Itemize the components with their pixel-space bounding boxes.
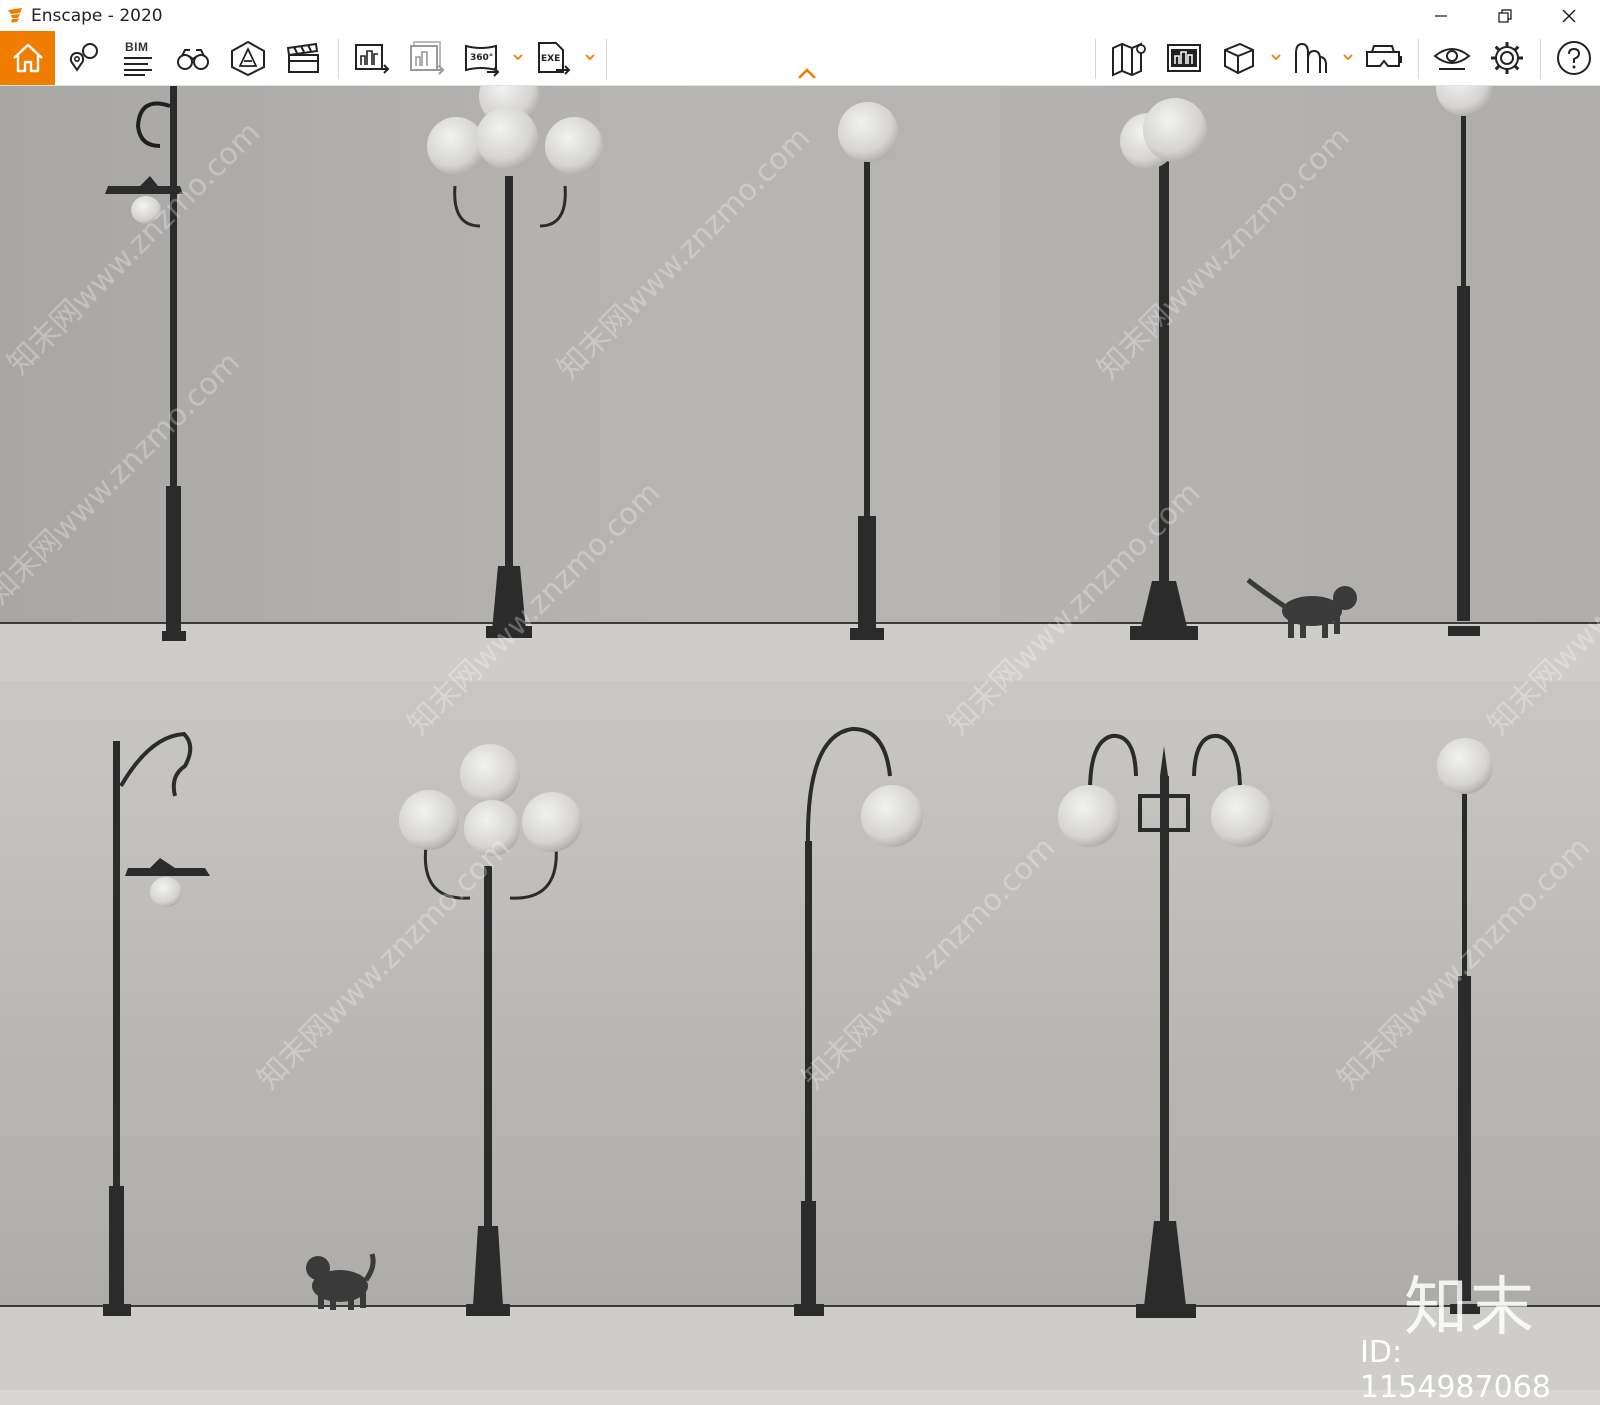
binoculars-icon (177, 49, 209, 70)
close-button[interactable] (1546, 0, 1592, 31)
collapse-toolbar-chevron-up-icon[interactable] (796, 67, 818, 81)
close-icon (1562, 9, 1576, 22)
batch-render-button[interactable] (401, 31, 453, 85)
toolbar-separator (338, 39, 339, 79)
minimize-icon (1435, 14, 1447, 17)
help-icon (1557, 41, 1591, 75)
bim-label: BIM (125, 40, 149, 54)
restore-icon (1498, 8, 1512, 23)
minimize-button[interactable] (1418, 0, 1464, 31)
chevron-down-icon[interactable] (1270, 51, 1282, 63)
panorama-360-icon: 360° (465, 44, 500, 77)
sync-icon (1295, 42, 1327, 73)
help-button[interactable] (1548, 31, 1600, 85)
fov-button[interactable] (222, 31, 274, 85)
asset-library-button[interactable] (1158, 31, 1210, 85)
clapperboard-icon (286, 42, 319, 73)
bim-button[interactable]: BIM (112, 31, 164, 85)
render-image-icon (355, 44, 390, 74)
exe-label: EXE (541, 54, 560, 64)
vr-headset-icon (1366, 45, 1402, 67)
video-button[interactable] (277, 31, 329, 85)
chevron-down-icon[interactable] (584, 51, 596, 63)
batch-render-icon (410, 41, 445, 75)
render-viewport[interactable]: 知末网www.znzmo.com 知末网www.znzmo.com 知末网www… (0, 86, 1600, 1390)
map-button[interactable] (1103, 31, 1155, 85)
title-bar: Enscape - 2020 (0, 0, 1600, 31)
export-exe-icon: EXE (538, 42, 571, 75)
gear-icon (1491, 42, 1523, 74)
panorama-button[interactable]: 360° (456, 31, 508, 85)
chevron-down-icon[interactable] (512, 51, 524, 63)
wall (0, 681, 1600, 1306)
material-button[interactable] (1213, 31, 1265, 85)
chevron-down-icon[interactable] (1342, 51, 1354, 63)
views-button[interactable] (167, 31, 219, 85)
sync-button[interactable] (1285, 31, 1337, 85)
eye-icon (1433, 48, 1471, 70)
rendered-scene: 知末网www.znzmo.com 知末网www.znzmo.com 知末网www… (0, 86, 1600, 1390)
location-pins-icon (69, 43, 98, 72)
location-button[interactable] (57, 31, 109, 85)
home-button[interactable] (0, 31, 55, 85)
panorama-label: 360° (470, 53, 493, 63)
visual-settings-button[interactable] (1426, 31, 1478, 85)
export-exe-button[interactable]: EXE (527, 31, 579, 85)
enscape-logo-icon (8, 8, 22, 23)
watermark-id: ID: 1154987068 (1360, 1335, 1551, 1405)
asset-library-icon (1167, 44, 1201, 72)
render-image-button[interactable] (346, 31, 398, 85)
window-title: Enscape - 2020 (31, 6, 163, 26)
vr-button[interactable] (1357, 31, 1409, 85)
cube-icon (1224, 42, 1254, 75)
toolbar-separator (606, 39, 607, 79)
toolbar-separator (1418, 39, 1419, 79)
floor (0, 623, 1600, 681)
map-icon (1112, 42, 1146, 77)
restore-button[interactable] (1482, 0, 1528, 31)
perspective-icon (231, 40, 265, 77)
home-icon (12, 43, 43, 73)
toolbar-separator (1095, 39, 1096, 79)
settings-button[interactable] (1481, 31, 1533, 85)
toolbar-separator (1540, 39, 1541, 79)
